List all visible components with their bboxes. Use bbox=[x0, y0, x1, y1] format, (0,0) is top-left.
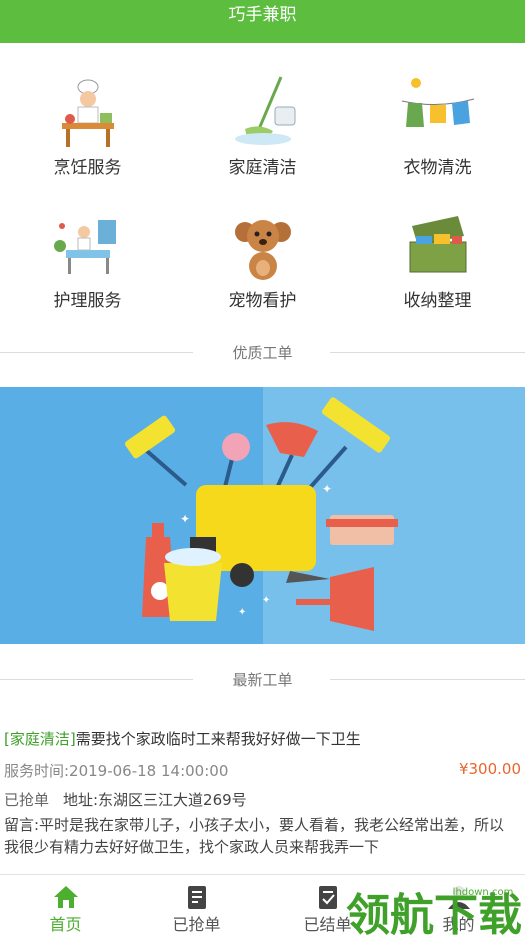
puppy-icon bbox=[234, 220, 291, 280]
tab-label: 首页 bbox=[49, 915, 82, 934]
service-label: 家庭清洁 bbox=[228, 158, 297, 178]
cleaning-banner[interactable]: ✦ ✦ ✦ ✦ bbox=[0, 387, 525, 644]
order-address: 地址:东湖区三江大道269号 bbox=[63, 791, 247, 809]
mop-bucket-icon bbox=[234, 76, 295, 145]
service-grid: 烹饪服务 家庭清洁 衣物清洗 护理服务 宠物看护 收纳整理 bbox=[0, 43, 525, 343]
site-watermark: lhdown.com 领航下载 bbox=[346, 884, 522, 935]
service-label: 宠物看护 bbox=[228, 291, 297, 311]
order-title-line: [家庭清洁]需要找个家政临时工来帮我好好做一下卫生 bbox=[4, 728, 361, 749]
service-label: 衣物清洗 bbox=[403, 158, 472, 178]
tab-home[interactable]: 首页 bbox=[0, 875, 131, 935]
svg-text:✦: ✦ bbox=[262, 595, 270, 606]
storage-box-icon bbox=[409, 216, 466, 273]
service-petcare[interactable]: 宠物看护 bbox=[175, 176, 350, 311]
nursing-care-icon bbox=[53, 220, 116, 274]
service-cleaning[interactable]: 家庭清洁 bbox=[175, 43, 350, 178]
tab-label: 已抢单 bbox=[172, 915, 221, 934]
svg-text:✦: ✦ bbox=[180, 512, 190, 526]
service-laundry[interactable]: 衣物清洗 bbox=[350, 43, 525, 178]
service-label: 护理服务 bbox=[53, 291, 122, 311]
svg-text:✦: ✦ bbox=[238, 607, 246, 618]
chef-cooking-icon bbox=[61, 79, 114, 147]
service-label: 烹饪服务 bbox=[53, 158, 122, 178]
order-service-time: 服务时间:2019-06-18 14:00:00 bbox=[4, 762, 229, 780]
order-price: ¥300.00 bbox=[458, 760, 521, 778]
tab-grabbed[interactable]: 已抢单 bbox=[131, 875, 262, 935]
order-category-tag: [家庭清洁] bbox=[4, 730, 76, 748]
section-title: 优质工单 bbox=[232, 344, 293, 362]
app-header: 巧手兼职 bbox=[0, 0, 525, 43]
service-nursing[interactable]: 护理服务 bbox=[0, 176, 175, 311]
order-note: 留言:平时是我在家带儿子，小孩子太小，要人看着，我老公经常出差，所以我很少有精力… bbox=[4, 816, 505, 856]
order-title: 需要找个家政临时工来帮我好好做一下卫生 bbox=[75, 730, 361, 748]
clothesline-icon bbox=[401, 78, 474, 127]
section-title: 最新工单 bbox=[232, 671, 293, 689]
app-title: 巧手兼职 bbox=[228, 5, 297, 25]
service-label: 收纳整理 bbox=[403, 291, 472, 311]
completed-clipboard-icon bbox=[318, 886, 337, 909]
order-clipboard-icon bbox=[187, 886, 206, 909]
order-status: 已抢单 bbox=[4, 791, 50, 809]
service-cooking[interactable]: 烹饪服务 bbox=[0, 43, 175, 178]
section-divider-latest: 最新工单 bbox=[0, 667, 525, 691]
home-icon bbox=[53, 886, 78, 908]
service-storage[interactable]: 收纳整理 bbox=[350, 176, 525, 311]
watermark-text: 领航下载 bbox=[346, 890, 522, 935]
svg-text:✦: ✦ bbox=[322, 482, 332, 496]
section-divider-quality: 优质工单 bbox=[0, 340, 525, 364]
